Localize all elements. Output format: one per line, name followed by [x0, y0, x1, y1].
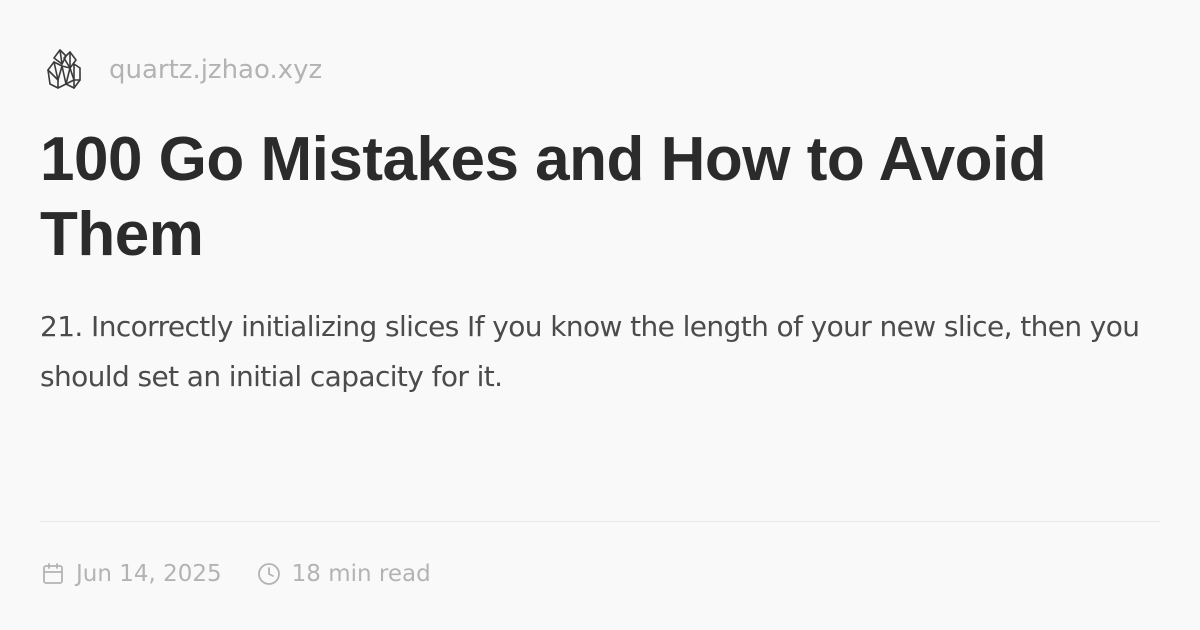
- date-item: Jun 14, 2025: [40, 561, 222, 587]
- reading-time-item: 18 min read: [256, 561, 431, 587]
- calendar-icon: [40, 561, 66, 587]
- crystal-icon: [36, 42, 92, 98]
- page-description: 21. Incorrectly initializing slices If y…: [40, 310, 1140, 393]
- site-header: quartz.jzhao.xyz: [40, 42, 322, 98]
- reading-time: 18 min read: [291, 561, 431, 587]
- article-meta: Jun 14, 2025 18 min read: [40, 556, 431, 592]
- site-name[interactable]: quartz.jzhao.xyz: [109, 55, 322, 85]
- divider: [40, 521, 1160, 522]
- page-title: 100 Go Mistakes and How to Avoid Them: [40, 125, 1047, 269]
- publish-date: Jun 14, 2025: [76, 561, 222, 587]
- clock-icon: [256, 561, 282, 587]
